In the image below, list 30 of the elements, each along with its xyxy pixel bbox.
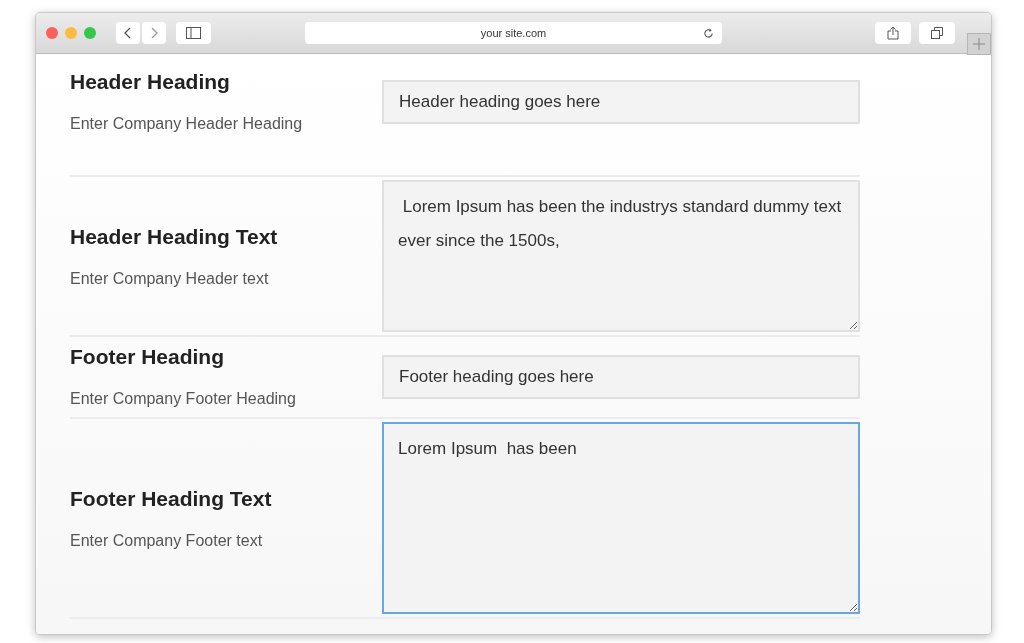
address-bar[interactable]: your site.com (305, 22, 722, 44)
text-area[interactable]: Lorem Ipsum has been the industrys standard dummy text ever since the 1500s, (382, 180, 860, 332)
maximize-icon[interactable] (84, 27, 96, 39)
new-tab-button[interactable] (967, 33, 991, 55)
field-heading: Header Heading (70, 69, 231, 95)
field-description: Enter Company Footer text (70, 530, 264, 551)
minimize-icon[interactable] (65, 27, 77, 39)
tabs-button[interactable] (919, 22, 955, 44)
chevron-right-icon (150, 27, 158, 39)
field-description: Enter Company Footer Heading (70, 388, 297, 409)
chevron-left-icon (124, 27, 132, 39)
share-icon (887, 26, 899, 40)
field-heading: Header Heading Text (70, 224, 279, 251)
text-field[interactable]: Header heading goes here (382, 80, 860, 124)
close-icon[interactable] (46, 27, 58, 39)
sidebar-button[interactable] (176, 22, 211, 44)
back-button[interactable] (116, 22, 140, 44)
sidebar-icon (186, 27, 201, 39)
text-field[interactable]: Footer heading goes here (382, 355, 860, 399)
address-text: your site.com (480, 25, 547, 41)
share-button[interactable] (875, 22, 911, 44)
field-description: Enter Company Header Heading (70, 113, 304, 134)
plus-icon (973, 38, 985, 50)
field-description: Enter Company Header text (70, 268, 270, 289)
forward-button[interactable] (142, 22, 166, 44)
text-area[interactable]: Lorem Ipsum has been (382, 422, 860, 614)
field-heading: Footer Heading (70, 344, 225, 370)
tabs-icon (931, 27, 943, 39)
reload-icon[interactable] (703, 27, 714, 39)
field-heading: Footer Heading Text (70, 486, 273, 513)
